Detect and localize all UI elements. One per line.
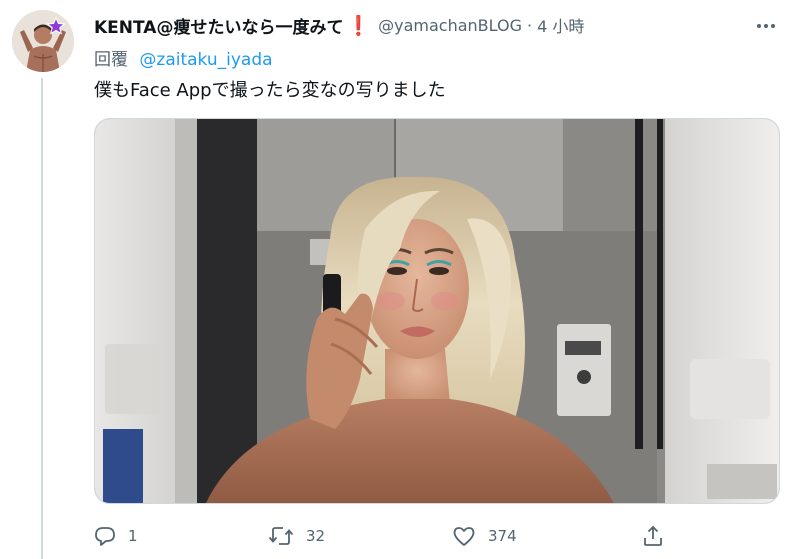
thread-connector-line [41,78,43,559]
replying-to: 回覆 @zaitaku_iyada [94,45,273,70]
retweet-icon [268,527,294,545]
more-horizontal-icon [757,24,775,28]
display-name[interactable]: KENTA@痩せたいなら一度みて [94,13,343,38]
retweet-button[interactable]: 32 [268,518,325,554]
avatar[interactable] [12,10,74,72]
reply-to-handle-link[interactable]: @zaitaku_iyada [139,50,272,70]
user-handle[interactable]: @yamachanBLOG [378,16,522,35]
tweet-header: KENTA@痩せたいなら一度みて ❗ @yamachanBLOG · 4 小時 [94,10,584,40]
selfie-photo-image [95,119,779,503]
tweet[interactable]: KENTA@痩せたいなら一度みて ❗ @yamachanBLOG · 4 小時 … [0,0,800,559]
reply-icon [95,527,115,546]
separator-dot: · [526,15,533,35]
heart-icon [453,527,475,546]
tweet-text: 僕もFace Appで撮ったら変なの写りました [94,80,446,101]
reply-button[interactable]: 1 [94,518,138,554]
reply-count: 1 [128,527,138,545]
reply-prefix-label: 回覆 [94,50,128,70]
tweet-action-bar: 1 32 374 [94,518,780,554]
share-icon [644,525,662,546]
more-options-button[interactable] [752,12,780,40]
like-button[interactable]: 374 [452,518,517,554]
tweet-photo[interactable] [94,118,780,504]
share-button[interactable] [642,518,664,554]
exclamation-emoji: ❗ [346,14,371,37]
like-count: 374 [488,527,517,545]
avatar-image [12,10,74,72]
timestamp[interactable]: 4 小時 [537,13,584,37]
retweet-count: 32 [306,527,326,545]
